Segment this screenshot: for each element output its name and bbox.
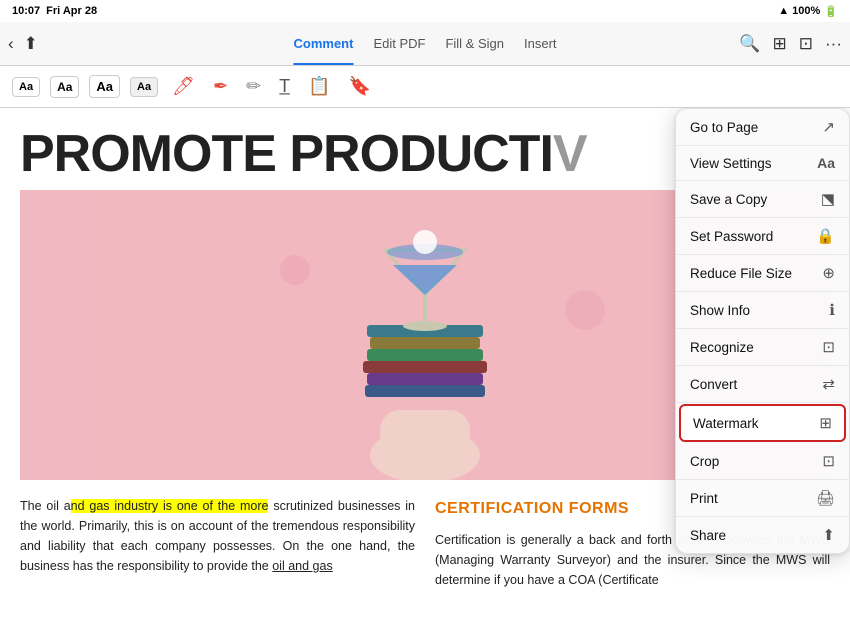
menu-label-show-info: Show Info: [690, 303, 750, 318]
menu-item-save-copy[interactable]: Save a Copy ⬔: [676, 181, 849, 218]
text-size-1[interactable]: Aa: [12, 77, 40, 97]
highlight-tool[interactable]: 🖊: [168, 72, 199, 101]
grid-icon[interactable]: ⊞: [773, 34, 787, 54]
view-settings-icon: Aa: [817, 155, 835, 171]
eraser-tool[interactable]: ✏: [242, 72, 265, 101]
print-icon: 🖨: [816, 489, 835, 507]
toolbar-right: 🔍 ⊞ ⊡ ···: [739, 34, 842, 54]
menu-label-recognize: Recognize: [690, 340, 754, 355]
menu-item-share[interactable]: Share ⬆: [676, 517, 849, 553]
menu-label-go-to-page: Go to Page: [690, 120, 758, 135]
crop-icon: ⊡: [822, 452, 835, 470]
status-bar: 10:07 Fri Apr 28 ▲ 100% 🔋: [0, 0, 850, 22]
sticky-note-tool[interactable]: 📋: [304, 72, 334, 101]
share-icon: ⬆: [822, 526, 835, 544]
tab-comment[interactable]: Comment: [293, 32, 353, 55]
menu-item-print[interactable]: Print 🖨: [676, 480, 849, 517]
set-password-icon: 🔒: [816, 227, 835, 245]
share-toolbar-icon[interactable]: ⬆: [24, 34, 38, 54]
wifi-icon: ▲ 100%: [778, 5, 820, 17]
menu-item-crop[interactable]: Crop ⊡: [676, 443, 849, 480]
menu-item-set-password[interactable]: Set Password 🔒: [676, 218, 849, 255]
search-icon[interactable]: 🔍: [739, 34, 760, 54]
toolbar-left: ‹ ⬆: [8, 34, 38, 54]
menu-item-watermark[interactable]: Watermark ⊞: [679, 404, 846, 442]
text-size-2[interactable]: Aa: [50, 76, 79, 98]
status-left: 10:07 Fri Apr 28: [12, 5, 97, 17]
text-tool[interactable]: T̲: [275, 72, 294, 101]
status-day: Fri Apr 28: [46, 5, 97, 17]
stamp-tool[interactable]: 🔖: [345, 72, 375, 101]
menu-item-view-settings[interactable]: View Settings Aa: [676, 146, 849, 181]
recognize-icon: ⊡: [822, 338, 835, 356]
menu-label-print: Print: [690, 491, 718, 506]
tab-fill-sign[interactable]: Fill & Sign: [445, 32, 504, 55]
back-icon[interactable]: ‹: [8, 34, 14, 54]
status-right: ▲ 100% 🔋: [778, 5, 838, 18]
toolbar-tabs: Comment Edit PDF Fill & Sign Insert: [293, 32, 556, 55]
display-icon[interactable]: ⊡: [799, 34, 813, 54]
toolbar: ‹ ⬆ Comment Edit PDF Fill & Sign Insert …: [0, 22, 850, 66]
menu-label-crop: Crop: [690, 454, 719, 469]
menu-item-show-info[interactable]: Show Info ℹ: [676, 292, 849, 329]
menu-label-convert: Convert: [690, 377, 737, 392]
show-info-icon: ℹ: [829, 301, 835, 319]
pdf-col-1: The oil and gas industry is one of the m…: [20, 496, 415, 590]
menu-item-reduce-size[interactable]: Reduce File Size ⊕: [676, 255, 849, 292]
dropdown-menu: Go to Page ↗ View Settings Aa Save a Cop…: [675, 108, 850, 554]
menu-label-share: Share: [690, 528, 726, 543]
underlined-text: oil and gas: [272, 559, 332, 573]
annotation-toolbar: Aa Aa Aa Aa 🖊 ✒ ✏ T̲ 📋 🔖: [0, 66, 850, 108]
menu-label-watermark: Watermark: [693, 416, 759, 431]
watermark-icon: ⊞: [819, 414, 832, 432]
reduce-size-icon: ⊕: [822, 264, 835, 282]
pen-tool[interactable]: ✒: [209, 72, 232, 101]
status-time: 10:07: [12, 5, 40, 17]
text-size-3[interactable]: Aa: [89, 75, 120, 98]
menu-item-go-to-page[interactable]: Go to Page ↗: [676, 109, 849, 146]
menu-item-recognize[interactable]: Recognize ⊡: [676, 329, 849, 366]
menu-label-reduce-size: Reduce File Size: [690, 266, 792, 281]
tab-edit-pdf[interactable]: Edit PDF: [373, 32, 425, 55]
main-content: PROMOTE PRODUCTIV: [0, 108, 850, 638]
tab-insert[interactable]: Insert: [524, 32, 557, 55]
menu-label-set-password: Set Password: [690, 229, 773, 244]
menu-label-save-copy: Save a Copy: [690, 192, 767, 207]
go-to-page-icon: ↗: [822, 118, 835, 136]
convert-icon: ⇄: [822, 375, 835, 393]
highlighted-text: nd gas industry is one of the more: [71, 499, 269, 513]
battery-icon: 🔋: [824, 5, 838, 18]
save-copy-icon: ⬔: [821, 190, 835, 208]
text-size-4[interactable]: Aa: [130, 77, 158, 97]
menu-label-view-settings: View Settings: [690, 156, 772, 171]
more-icon[interactable]: ···: [825, 34, 842, 54]
menu-item-convert[interactable]: Convert ⇄: [676, 366, 849, 403]
